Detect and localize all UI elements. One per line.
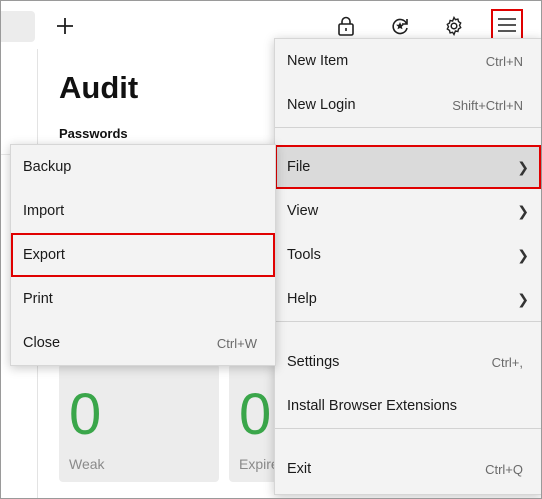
menu-item-shortcut: Ctrl+N: [485, 53, 523, 69]
search-tab-strip[interactable]: [1, 11, 35, 42]
menu-item-label: Exit: [287, 461, 312, 477]
menu-item-label: Install Browser Extensions: [287, 398, 458, 414]
file-submenu: Backup Import Export Print Close Ctrl+W: [10, 144, 276, 366]
menu-item-label: Export: [23, 247, 65, 263]
menu-item-file[interactable]: File ❯: [275, 145, 541, 189]
gear-icon: [444, 16, 464, 36]
submenu-item-close[interactable]: Close Ctrl+W: [11, 321, 275, 365]
menu-item-shortcut: Ctrl+W: [216, 335, 257, 351]
submenu-item-export[interactable]: Export: [11, 233, 275, 277]
page-title: Audit: [59, 70, 139, 105]
lock-icon: [337, 16, 355, 36]
main-dropdown-menu: New Item Ctrl+N New Login Shift+Ctrl+N F…: [274, 38, 541, 495]
app-window: Audit Passwords 0 Weak 0 Expire New Item…: [0, 0, 542, 499]
menu-item-label: Print: [23, 291, 53, 307]
lock-button[interactable]: [331, 11, 361, 41]
menu-item-label: Backup: [23, 159, 72, 175]
weak-passwords-card[interactable]: 0 Weak: [59, 364, 219, 482]
menu-item-label: Import: [23, 203, 65, 219]
chevron-right-icon: ❯: [517, 158, 529, 175]
menu-item-new-login[interactable]: New Login Shift+Ctrl+N: [275, 83, 541, 127]
menu-item-shortcut: Ctrl+Q: [485, 461, 523, 477]
section-title: Passwords: [59, 126, 128, 141]
menu-separator: [275, 428, 541, 446]
menu-item-install-browser-extensions[interactable]: Install Browser Extensions: [275, 384, 541, 428]
menu-item-label: Tools: [287, 247, 321, 263]
menu-item-label: File: [287, 159, 311, 175]
menu-item-label: Close: [23, 335, 61, 351]
chevron-right-icon: ❯: [517, 202, 529, 219]
menu-separator: [275, 321, 541, 339]
menu-item-view[interactable]: View ❯: [275, 189, 541, 233]
menu-item-shortcut: Shift+Ctrl+N: [452, 97, 523, 113]
menu-separator: [275, 127, 541, 145]
plus-icon: [56, 17, 74, 35]
weak-label: Weak: [69, 456, 105, 472]
expired-label: Expire: [239, 456, 279, 472]
menu-item-label: Settings: [287, 354, 340, 370]
menu-item-help[interactable]: Help ❯: [275, 277, 541, 321]
sync-icon: [390, 16, 410, 36]
add-item-button[interactable]: [50, 11, 80, 41]
menu-item-label: New Item: [287, 53, 349, 69]
sync-button[interactable]: [385, 11, 415, 41]
hamburger-menu-icon: [497, 17, 517, 33]
submenu-item-import[interactable]: Import: [11, 189, 275, 233]
menu-item-new-item[interactable]: New Item Ctrl+N: [275, 39, 541, 83]
menu-item-tools[interactable]: Tools ❯: [275, 233, 541, 277]
menu-item-shortcut: Ctrl+,: [491, 354, 523, 370]
weak-count: 0: [69, 382, 102, 447]
main-menu-button[interactable]: [491, 9, 523, 40]
menu-item-label: Help: [287, 291, 317, 307]
menu-item-settings[interactable]: Settings Ctrl+,: [275, 340, 541, 384]
settings-button[interactable]: [439, 11, 469, 41]
expired-count: 0: [239, 382, 272, 447]
menu-item-label: View: [287, 203, 319, 219]
menu-item-exit[interactable]: Exit Ctrl+Q: [275, 447, 541, 491]
submenu-item-print[interactable]: Print: [11, 277, 275, 321]
chevron-right-icon: ❯: [517, 246, 529, 263]
menu-item-label: New Login: [287, 97, 356, 113]
chevron-right-icon: ❯: [517, 290, 529, 307]
submenu-item-backup[interactable]: Backup: [11, 145, 275, 189]
